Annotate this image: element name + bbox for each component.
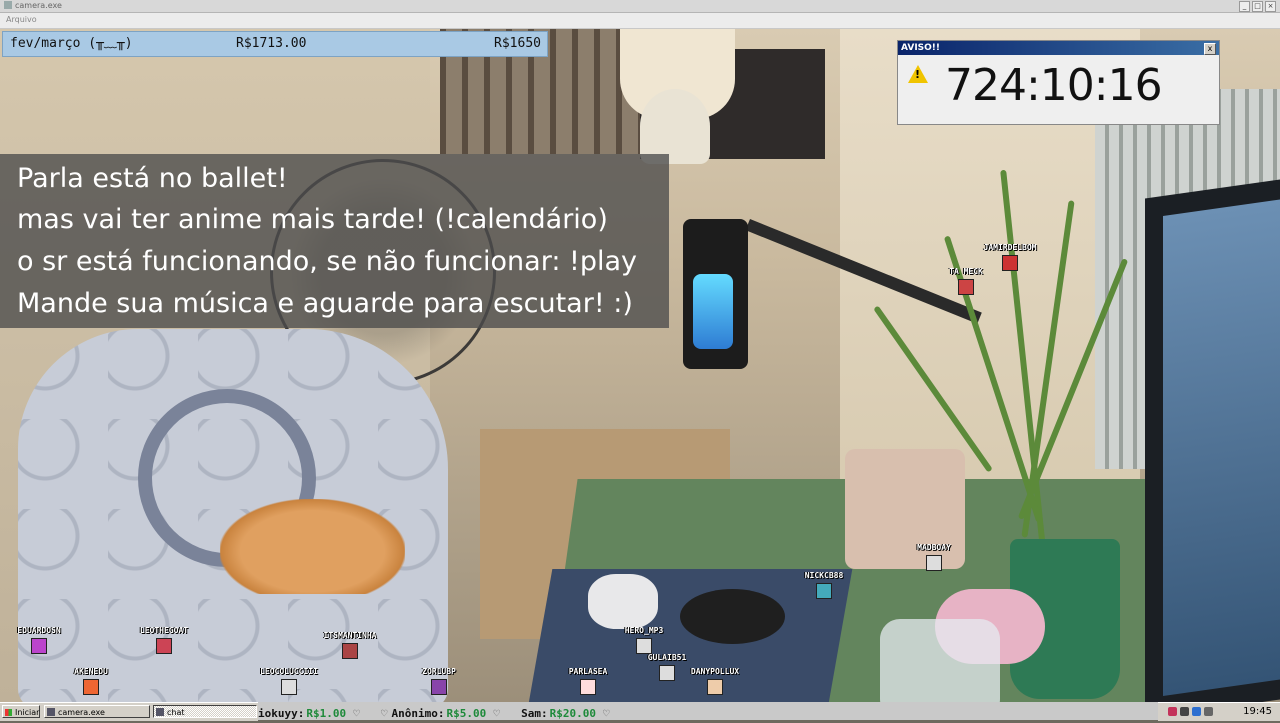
plushie	[588, 574, 658, 629]
avatar-name: NICKCB88	[804, 571, 844, 580]
donation-ticker: iokuyy: R$1.00 ♡ ♡ Anônimo: R$5.00 ♡ Sam: R$…	[258, 702, 1158, 720]
message-line: Parla está no ballet!	[17, 163, 288, 194]
avatar-sprite	[816, 583, 832, 599]
avatar-name: JAMIRDELBOM	[983, 243, 1037, 252]
window-controls: _ □ ×	[1239, 1, 1276, 12]
taskbar: Iniciar camera.exe chat	[0, 702, 258, 721]
heart-icon: ♡	[353, 707, 360, 720]
donor-name: Anônimo:	[391, 707, 445, 720]
avatar-sprite	[580, 679, 596, 695]
app-titlebar: camera.exe _ □ ×	[0, 0, 1280, 13]
camera-feed	[0, 29, 1280, 702]
warning-icon	[908, 65, 928, 83]
monitor	[1145, 179, 1280, 702]
avatar-sprite	[342, 643, 358, 659]
countdown-timer: 724:10:16	[945, 60, 1163, 111]
viewer-avatar: DANYPOLLUX	[660, 667, 770, 699]
viewer-avatar: PARLASEA	[533, 667, 643, 699]
warning-dialog: AVISO!! x 724:10:16	[897, 40, 1220, 125]
avatar-name: TA MECK	[949, 267, 983, 276]
avatar-name: MADBOAY	[917, 543, 951, 552]
donation-amount: R$1.00	[306, 707, 347, 720]
avatar-name: GULAIB51	[647, 653, 687, 662]
viewer-avatar: TA MECK	[911, 267, 1021, 299]
goal-month: fev/março (╥﹏╥)	[10, 36, 133, 51]
avatar-sprite	[636, 638, 652, 654]
avatar-sprite	[83, 679, 99, 695]
avatar-name: PARLASEA	[568, 667, 608, 676]
heart-icon: ♡	[603, 707, 610, 720]
app-icon	[4, 1, 12, 9]
menu-arquivo[interactable]: Arquivo	[6, 15, 37, 24]
dialog-title: AVISO!!	[898, 41, 1219, 55]
avatar-name: LEOTHEGOAT	[139, 626, 189, 635]
tray-app-icon[interactable]	[1180, 707, 1189, 716]
goal-target: R$1650	[494, 36, 541, 51]
avatar-name: LEOCOLUCCIII	[260, 667, 318, 676]
avatar-sprite	[31, 638, 47, 654]
avatar-sprite	[281, 679, 297, 695]
lamp-base	[640, 89, 710, 164]
minimize-button[interactable]: _	[1239, 1, 1250, 12]
task-chat[interactable]: chat	[153, 705, 257, 718]
window-title-text: camera.exe	[15, 1, 62, 10]
avatar-sprite	[707, 679, 723, 695]
avatar-name: DANYPOLLUX	[690, 667, 740, 676]
donation-amount: R$5.00	[446, 707, 487, 720]
cat	[220, 499, 405, 594]
close-button[interactable]: ×	[1265, 1, 1276, 12]
dialog-close-button[interactable]: x	[1204, 43, 1216, 55]
avatar-sprite	[958, 279, 974, 295]
viewer-avatar: AKENEDU	[36, 667, 146, 699]
avatar-sprite	[156, 638, 172, 654]
viewer-avatar: ITSMANTINHA	[295, 631, 405, 663]
goal-current: R$1713.00	[236, 36, 307, 51]
avatar-sprite	[431, 679, 447, 695]
menu-bar: Arquivo	[0, 13, 1280, 29]
viewer-avatar: EDUARDOSN	[0, 626, 94, 658]
donor-name: iokuyy:	[258, 707, 305, 720]
spray-bottle	[880, 619, 1000, 702]
avatar-name: ITSMANTINHA	[323, 631, 377, 640]
viewer-avatar: MADBOAY	[879, 543, 989, 575]
donor-name: Sam:	[521, 707, 548, 720]
donation-amount: R$20.00	[549, 707, 596, 720]
tray-app-icon[interactable]	[1168, 707, 1177, 716]
task-camera[interactable]: camera.exe	[44, 705, 150, 718]
avatar-name: ZORLUBP	[422, 667, 456, 676]
viewer-avatar: NICKCB88	[769, 571, 879, 603]
heart-icon: ♡	[493, 707, 500, 720]
goal-bar: fev/março (╥﹏╥) R$1713.00 R$1650	[2, 31, 548, 57]
system-tray: 19:45	[1158, 702, 1280, 721]
microphone	[683, 219, 748, 369]
avatar-name: HERO_MP3	[624, 626, 664, 635]
viewer-avatar: ZORLUBP	[384, 667, 494, 699]
viewer-avatar: LEOTHEGOAT	[109, 626, 219, 658]
avatar-name: AKENEDU	[74, 667, 108, 676]
window-title: camera.exe	[4, 0, 62, 12]
message-line: mas vai ter anime mais tarde! (!calendár…	[17, 204, 608, 235]
tray-network-icon[interactable]	[1192, 707, 1201, 716]
clock: 19:45	[1243, 706, 1272, 717]
tray-volume-icon[interactable]	[1204, 707, 1213, 716]
plant	[870, 169, 1129, 589]
start-button[interactable]: Iniciar	[2, 705, 40, 718]
viewer-avatar: LEOCOLUCCIII	[234, 667, 344, 699]
message-line: Mande sua música e aguarde para escutar!…	[17, 288, 633, 319]
message-line: o sr está funcionando, se não funcionar:…	[17, 246, 637, 277]
avatar-name: EDUARDOSN	[17, 626, 61, 635]
avatar-sprite	[926, 555, 942, 571]
maximize-button[interactable]: □	[1252, 1, 1263, 12]
message-overlay: Parla está no ballet! mas vai ter anime …	[0, 154, 669, 328]
heart-icon: ♡	[380, 707, 388, 720]
